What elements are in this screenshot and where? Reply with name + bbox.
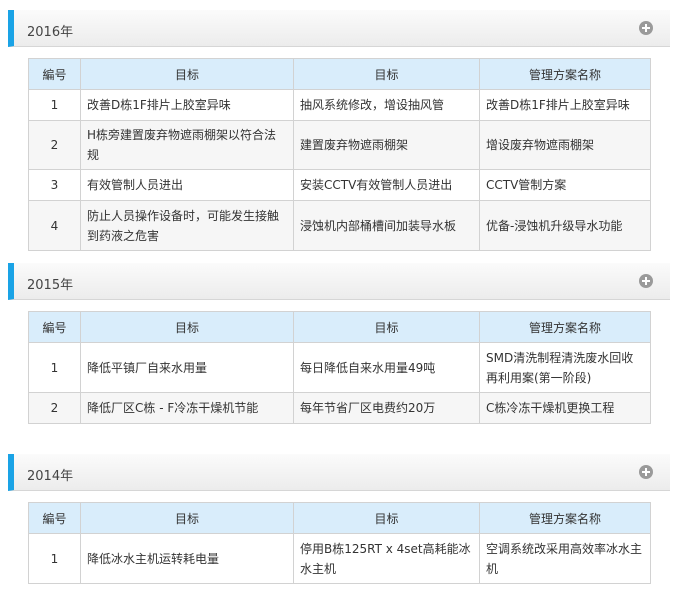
cell-plan: 改善D栋1F排片上胶室异味 xyxy=(479,89,651,121)
col-header-plan: 管理方案名称 xyxy=(479,502,651,534)
cell-target: 防止人员操作设备时，可能发生接触到药液之危害 xyxy=(80,200,294,251)
cell-target2: 停用B栋125RT x 4set高耗能冰水主机 xyxy=(293,533,480,584)
cell-plan: SMD清洗制程清洗废水回收再利用案(第一阶段) xyxy=(479,342,651,393)
col-header-plan: 管理方案名称 xyxy=(479,311,651,343)
col-header-target2: 目标 xyxy=(293,311,480,343)
section-title: 2015年 xyxy=(27,278,74,293)
plus-circle-icon[interactable] xyxy=(639,21,653,35)
section-title: 2016年 xyxy=(27,25,74,40)
cell-plan: 空调系统改采用高效率冰水主机 xyxy=(479,533,651,584)
col-header-target: 目标 xyxy=(80,311,294,343)
col-header-target2: 目标 xyxy=(293,58,480,90)
cell-plan: 增设废弃物遮雨棚架 xyxy=(479,120,651,170)
col-header-target2: 目标 xyxy=(293,502,480,534)
cell-target: 降低平镇厂自来水用量 xyxy=(80,342,294,393)
table-row: 3 有效管制人员进出 安装CCTV有效管制人员进出 CCTV管制方案 xyxy=(28,169,651,201)
cell-target: 降低厂区C栋 - F冷冻干燥机节能 xyxy=(80,392,294,424)
cell-plan: CCTV管制方案 xyxy=(479,169,651,201)
plus-circle-icon[interactable] xyxy=(639,274,653,288)
cell-target2: 安装CCTV有效管制人员进出 xyxy=(293,169,480,201)
cell-plan: 优备-浸蚀机升级导水功能 xyxy=(479,200,651,251)
table-row: 2 降低厂区C栋 - F冷冻干燥机节能 每年节省厂区电费约20万 C栋冷冻干燥机… xyxy=(28,392,651,424)
cell-plan: C栋冷冻干燥机更换工程 xyxy=(479,392,651,424)
table-header-row: 編号 目标 目标 管理方案名称 xyxy=(28,311,651,343)
col-header-no: 編号 xyxy=(28,502,81,534)
table-header-row: 編号 目标 目标 管理方案名称 xyxy=(28,58,651,90)
section-title: 2014年 xyxy=(27,469,74,484)
cell-target: 降低冰水主机运转耗电量 xyxy=(80,533,294,584)
section-header[interactable]: 2016年 xyxy=(8,10,670,47)
col-header-no: 編号 xyxy=(28,58,81,90)
table-row: 2 H栋旁建置废弃物遮雨棚架以符合法规 建置废弃物遮雨棚架 增设废弃物遮雨棚架 xyxy=(28,120,651,170)
cell-target2: 每日降低自来水用量49吨 xyxy=(293,342,480,393)
cell-target2: 每年节省厂区电费约20万 xyxy=(293,392,480,424)
cell-target2: 建置废弃物遮雨棚架 xyxy=(293,120,480,170)
col-header-target: 目标 xyxy=(80,58,294,90)
col-header-plan: 管理方案名称 xyxy=(479,58,651,90)
plan-table: 編号 目标 目标 管理方案名称 1 降低平镇厂自来水用量 每日降低自来水用量49… xyxy=(28,311,651,424)
plus-circle-icon[interactable] xyxy=(639,465,653,479)
cell-no: 4 xyxy=(28,200,81,251)
table-row: 1 改善D栋1F排片上胶室异味 抽风系统修改，增设抽风管 改善D栋1F排片上胶室… xyxy=(28,89,651,121)
plan-table: 編号 目标 目标 管理方案名称 1 降低冰水主机运转耗电量 停用B栋125RT … xyxy=(28,502,651,584)
page: 2016年 編号 目标 目标 管理方案名称 1 改善D栋1F排片上胶室异味 抽风… xyxy=(0,0,678,603)
cell-no: 1 xyxy=(28,342,81,393)
cell-no: 3 xyxy=(28,169,81,201)
cell-target2: 抽风系统修改，增设抽风管 xyxy=(293,89,480,121)
cell-target2: 浸蚀机内部桶槽间加装导水板 xyxy=(293,200,480,251)
cell-no: 2 xyxy=(28,120,81,170)
cell-target: 有效管制人员进出 xyxy=(80,169,294,201)
col-header-target: 目标 xyxy=(80,502,294,534)
section-header[interactable]: 2015年 xyxy=(8,263,670,300)
plan-table: 編号 目标 目标 管理方案名称 1 改善D栋1F排片上胶室异味 抽风系统修改，增… xyxy=(28,58,651,251)
cell-no: 1 xyxy=(28,89,81,121)
table-row: 4 防止人员操作设备时，可能发生接触到药液之危害 浸蚀机内部桶槽间加装导水板 优… xyxy=(28,200,651,251)
table-header-row: 編号 目标 目标 管理方案名称 xyxy=(28,502,651,534)
cell-no: 1 xyxy=(28,533,81,584)
cell-target: 改善D栋1F排片上胶室异味 xyxy=(80,89,294,121)
cell-target: H栋旁建置废弃物遮雨棚架以符合法规 xyxy=(80,120,294,170)
col-header-no: 編号 xyxy=(28,311,81,343)
table-row: 1 降低冰水主机运转耗电量 停用B栋125RT x 4set高耗能冰水主机 空调… xyxy=(28,533,651,584)
section-header[interactable]: 2014年 xyxy=(8,454,670,491)
table-row: 1 降低平镇厂自来水用量 每日降低自来水用量49吨 SMD清洗制程清洗废水回收再… xyxy=(28,342,651,393)
cell-no: 2 xyxy=(28,392,81,424)
